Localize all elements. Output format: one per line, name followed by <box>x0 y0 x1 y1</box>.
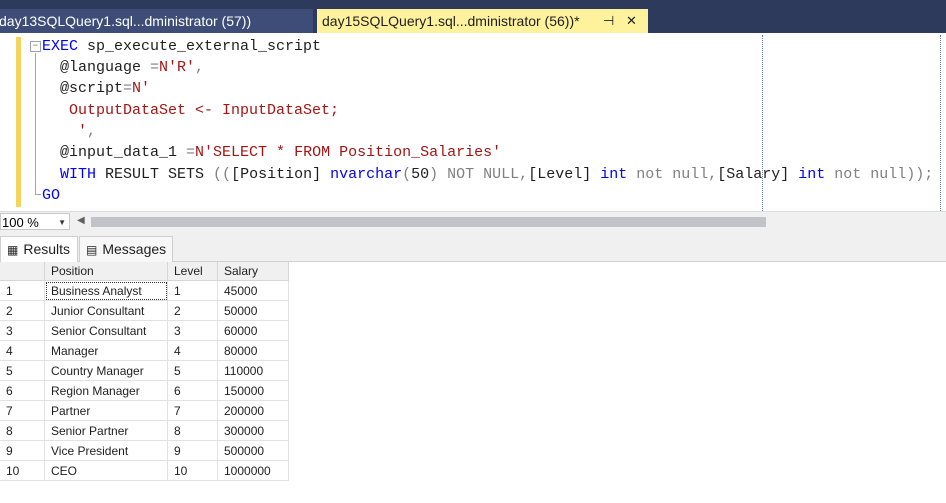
row-number[interactable]: 7 <box>0 400 45 421</box>
outline-tick <box>35 194 41 195</box>
grid-icon: ▦ <box>7 243 19 257</box>
cell-position[interactable]: Manager <box>44 340 168 361</box>
cell-salary[interactable]: 500000 <box>217 440 289 461</box>
row-number[interactable]: 4 <box>0 340 45 361</box>
code-line-3: @script=N' <box>60 80 151 97</box>
column-header-level[interactable]: Level <box>167 262 218 281</box>
row-number[interactable]: 5 <box>0 360 45 381</box>
cell-salary[interactable]: 80000 <box>217 340 289 361</box>
row-number[interactable]: 6 <box>0 380 45 401</box>
tab-day15-query[interactable]: day15SQLQuery1.sql...dministrator (56))*… <box>317 9 648 33</box>
results-tab-strip: ▦ Results ▤ Messages <box>0 231 946 262</box>
cell-salary[interactable]: 45000 <box>217 280 289 301</box>
cell-salary[interactable]: 1000000 <box>217 460 289 481</box>
code-line-5: ', <box>60 123 97 140</box>
cell-salary[interactable]: 50000 <box>217 300 289 321</box>
editor-status-bar: 100 % ▼ ◀ <box>0 212 946 231</box>
row-number[interactable]: 10 <box>0 460 45 481</box>
code-line-1: EXEC sp_execute_external_script <box>42 38 322 55</box>
cell-position[interactable]: Vice President <box>44 440 168 461</box>
change-tracking-bar <box>16 37 21 207</box>
scroll-left-icon[interactable]: ◀ <box>77 215 85 226</box>
column-guide <box>940 35 941 211</box>
row-number[interactable]: 1 <box>0 280 45 301</box>
cell-position[interactable]: Region Manager <box>44 380 168 401</box>
cell-salary[interactable]: 150000 <box>217 380 289 401</box>
cell-level[interactable]: 6 <box>167 380 218 401</box>
tab-results[interactable]: ▦ Results <box>0 236 78 262</box>
cell-salary[interactable]: 300000 <box>217 420 289 441</box>
table-row[interactable]: 5 Country Manager 5 110000 <box>0 360 289 381</box>
cell-level[interactable]: 1 <box>167 280 218 301</box>
cell-level[interactable]: 5 <box>167 360 218 381</box>
row-number[interactable]: 9 <box>0 440 45 461</box>
table-row[interactable]: 10 CEO 10 1000000 <box>0 460 289 481</box>
table-row[interactable]: 1 Business Analyst 1 45000 <box>0 280 289 301</box>
table-row[interactable]: 3 Senior Consultant 3 60000 <box>0 320 289 341</box>
row-number-header[interactable] <box>0 262 45 281</box>
cell-level[interactable]: 3 <box>167 320 218 341</box>
zoom-dropdown[interactable]: 100 % ▼ <box>0 213 70 230</box>
horizontal-scrollbar[interactable] <box>91 217 766 227</box>
table-row[interactable]: 7 Partner 7 200000 <box>0 400 289 421</box>
cell-level[interactable]: 9 <box>167 440 218 461</box>
results-grid[interactable]: Position Level Salary 1 Business Analyst 1… <box>0 262 289 481</box>
code-line-8: GO <box>42 187 61 204</box>
code-line-4: OutputDataSet <- InputDataSet; <box>60 102 340 119</box>
cell-position[interactable]: Partner <box>44 400 168 421</box>
row-number[interactable]: 8 <box>0 420 45 441</box>
table-row[interactable]: 4 Manager 4 80000 <box>0 340 289 361</box>
column-header-salary[interactable]: Salary <box>217 262 289 281</box>
cell-salary[interactable]: 200000 <box>217 400 289 421</box>
cell-position[interactable]: Country Manager <box>44 360 168 381</box>
close-icon[interactable]: ✕ <box>626 9 637 33</box>
tab-label: day15SQLQuery1.sql...dministrator (56))* <box>322 13 580 29</box>
document-tab-bar: day13SQLQuery1.sql...dministrator (57)) … <box>0 0 946 33</box>
zoom-value: 100 % <box>2 215 39 230</box>
cell-level[interactable]: 4 <box>167 340 218 361</box>
messages-icon: ▤ <box>86 243 98 257</box>
tab-messages-label: Messages <box>102 241 167 257</box>
table-row[interactable]: 6 Region Manager 6 150000 <box>0 380 289 401</box>
cell-position[interactable]: CEO <box>44 460 168 481</box>
collapse-icon[interactable]: − <box>30 41 41 52</box>
tab-label: day13SQLQuery1.sql...dministrator (57)) <box>0 13 252 29</box>
table-row[interactable]: 8 Senior Partner 8 300000 <box>0 420 289 441</box>
cell-position[interactable]: Senior Partner <box>44 420 168 441</box>
pin-icon[interactable]: ⊣ <box>603 9 614 33</box>
grid-header-row: Position Level Salary <box>0 262 289 281</box>
results-pane: ▦ Results ▤ Messages Position Level Salary… <box>0 231 946 503</box>
cell-position[interactable]: Junior Consultant <box>44 300 168 321</box>
code-line-2: @language =N'R', <box>60 59 205 76</box>
table-row[interactable]: 2 Junior Consultant 2 50000 <box>0 300 289 321</box>
row-number[interactable]: 3 <box>0 320 45 341</box>
code-line-7: WITH RESULT SETS (([Position] nvarchar(5… <box>60 166 934 183</box>
cell-level[interactable]: 2 <box>167 300 218 321</box>
column-header-position[interactable]: Position <box>44 262 168 281</box>
tab-results-label: Results <box>23 241 71 257</box>
tab-messages[interactable]: ▤ Messages <box>79 236 173 262</box>
outline-line <box>35 53 36 195</box>
row-number[interactable]: 2 <box>0 300 45 321</box>
chevron-down-icon: ▼ <box>58 218 66 227</box>
table-row[interactable]: 9 Vice President 9 500000 <box>0 440 289 461</box>
cell-salary[interactable]: 110000 <box>217 360 289 381</box>
cell-level[interactable]: 7 <box>167 400 218 421</box>
query-editor[interactable]: − EXEC sp_execute_external_script @langu… <box>0 33 946 211</box>
code-line-6: @input_data_1 =N'SELECT * FROM Position_… <box>60 144 502 161</box>
tab-day13-query[interactable]: day13SQLQuery1.sql...dministrator (57)) <box>0 9 313 33</box>
cell-position[interactable]: Senior Consultant <box>44 320 168 341</box>
cell-level[interactable]: 10 <box>167 460 218 481</box>
cell-level[interactable]: 8 <box>167 420 218 441</box>
cell-salary[interactable]: 60000 <box>217 320 289 341</box>
cell-position[interactable]: Business Analyst <box>44 280 168 301</box>
